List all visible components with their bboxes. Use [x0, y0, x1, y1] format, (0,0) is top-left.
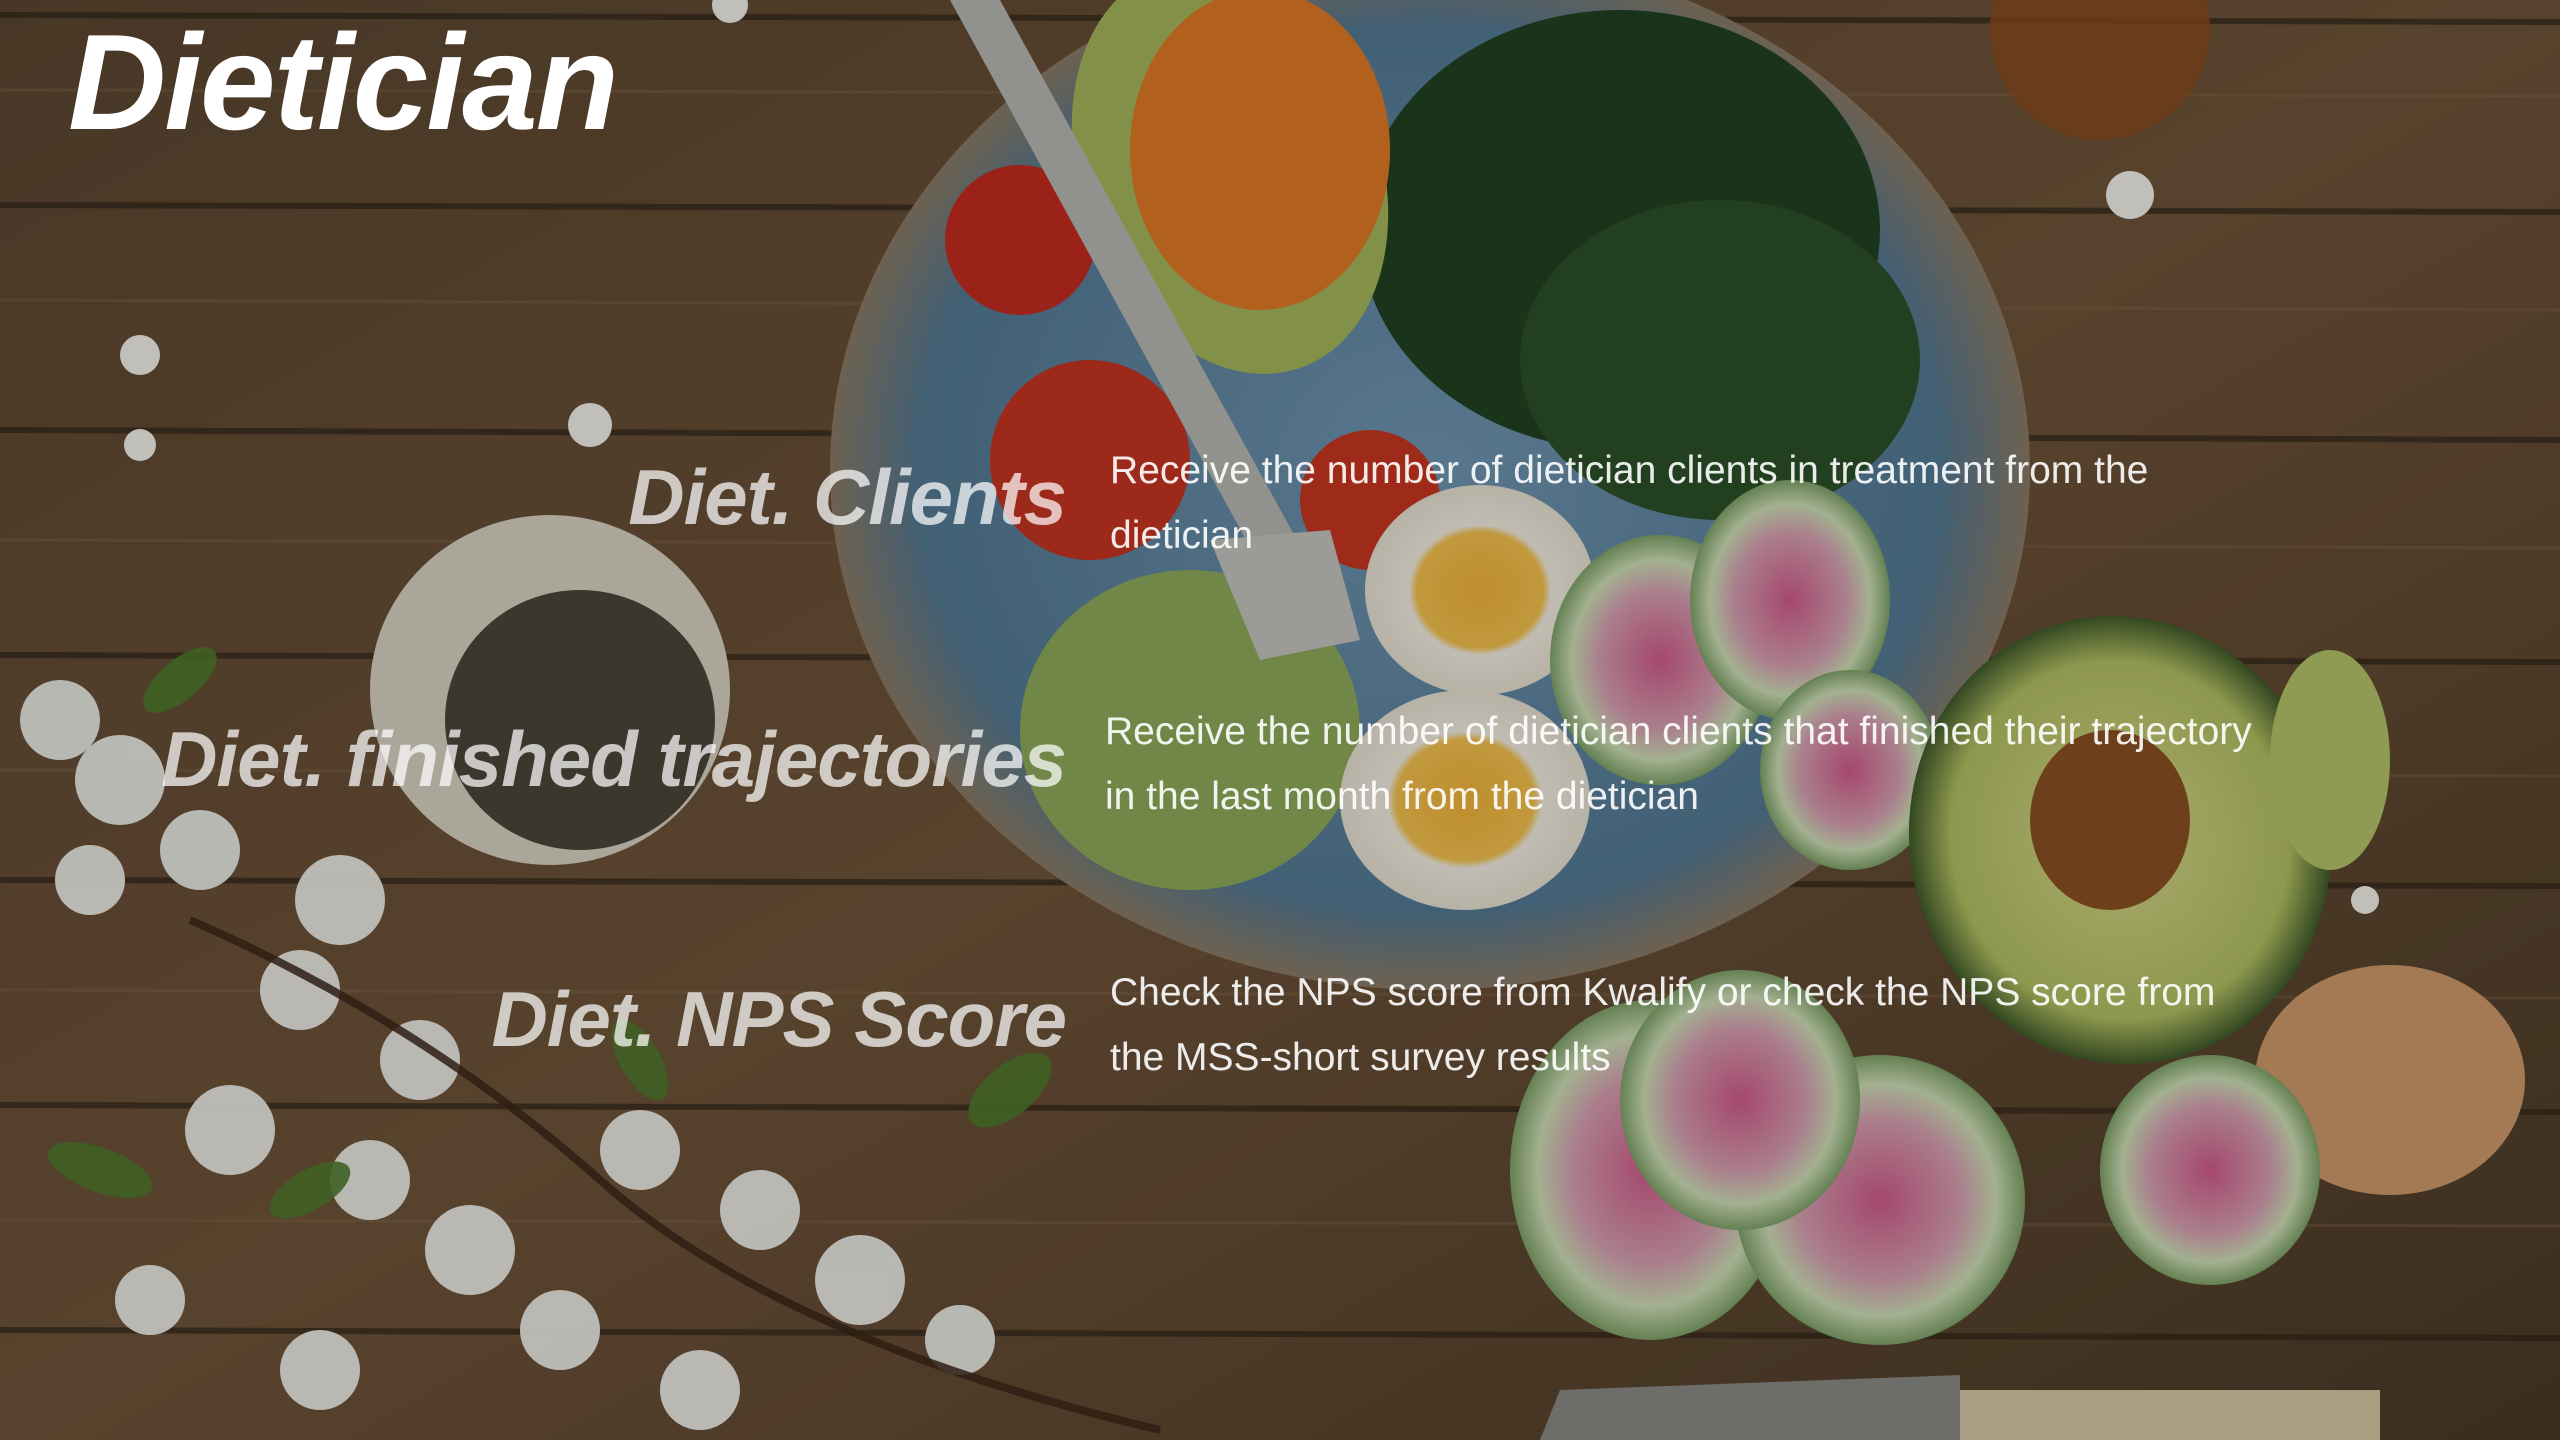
metric-name-nps-score: Diet. NPS Score	[491, 975, 1067, 1063]
metric-name-finished-trajectories: Diet. finished trajectories	[161, 715, 1067, 803]
slide: Dietician Diet. Clients Receive the numb…	[0, 0, 2560, 1440]
metric-description-nps-score: Check the NPS score from Kwalify or chec…	[1110, 971, 2216, 1079]
metric-name-clients: Diet. Clients	[628, 453, 1067, 541]
slide-title: Dietician	[68, 6, 619, 158]
metric-description-clients: Receive the number of dietician clients …	[1110, 449, 2149, 557]
metric-description-finished-trajectories: Receive the number of dietician clients …	[1105, 710, 2252, 818]
